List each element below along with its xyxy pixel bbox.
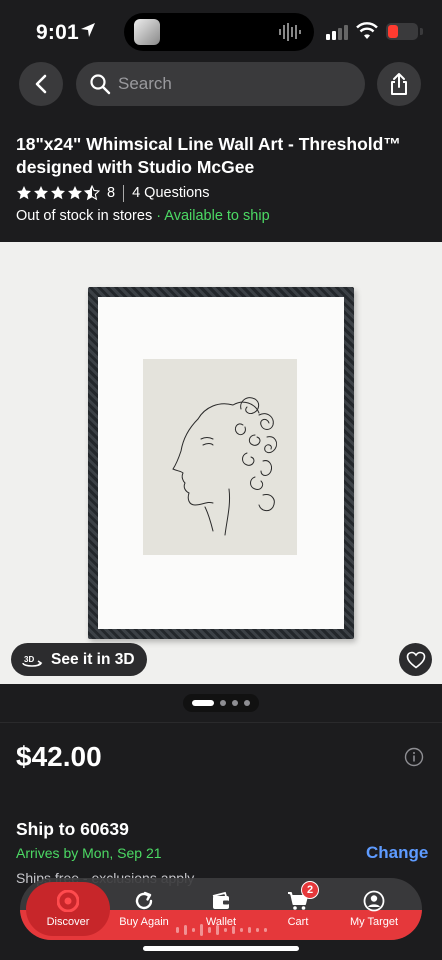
carousel-dot[interactable] <box>220 700 226 706</box>
battery-icon <box>386 23 418 40</box>
star-full-icon <box>17 186 31 200</box>
share-icon <box>391 73 407 95</box>
divider <box>123 184 125 202</box>
search-input[interactable] <box>118 62 348 106</box>
profile-icon <box>363 890 385 912</box>
refresh-icon <box>135 891 153 910</box>
tab-discover[interactable]: Discover <box>28 878 108 940</box>
voice-waveform-icon <box>176 924 267 936</box>
status-time: 9:01 <box>36 21 79 44</box>
favorite-button[interactable] <box>399 643 432 676</box>
home-indicator[interactable] <box>143 946 299 951</box>
star-full-icon <box>34 186 48 200</box>
cellular-signal-icon <box>326 25 348 40</box>
line-art-portrait <box>143 359 297 555</box>
star-rating <box>16 185 100 201</box>
target-logo-icon <box>57 890 79 912</box>
tab-label: Discover <box>46 916 90 928</box>
heart-icon <box>406 651 425 669</box>
search-icon <box>90 74 111 95</box>
star-full-icon <box>68 186 82 200</box>
carousel-pagination[interactable] <box>183 694 259 712</box>
wifi-icon <box>356 22 378 39</box>
availability-row: Out of stock in stores · Available to sh… <box>16 208 270 224</box>
change-zip-button[interactable]: Change <box>366 843 428 863</box>
product-price: $42.00 <box>16 741 102 772</box>
location-arrow-icon <box>81 23 95 37</box>
ship-to-title: Ship to 60639 <box>16 819 129 839</box>
see-in-3d-button[interactable]: 3D See it in 3D <box>11 643 147 676</box>
store-stock-status: Out of stock in stores <box>16 208 153 224</box>
audio-waveform-icon <box>279 23 301 41</box>
carousel-dot-active[interactable] <box>192 700 214 706</box>
carousel-dot[interactable] <box>232 700 238 706</box>
product-image-carousel[interactable]: 3D See it in 3D <box>0 242 442 684</box>
carousel-dot[interactable] <box>244 700 250 706</box>
ship-availability: Available to ship <box>164 208 270 224</box>
product-title: 18"x24" Whimsical Line Wall Art - Thresh… <box>16 134 401 177</box>
status-bar: 9:01 <box>0 0 442 60</box>
back-button[interactable] <box>19 62 63 106</box>
share-button[interactable] <box>377 62 421 106</box>
dynamic-island <box>124 13 314 51</box>
svg-text:3D: 3D <box>24 655 34 664</box>
price-section: $42.00 <box>0 722 442 792</box>
info-icon[interactable] <box>404 747 424 767</box>
chevron-left-icon <box>35 74 47 94</box>
tab-label: Cart <box>287 916 309 928</box>
see-in-3d-label: See it in 3D <box>51 650 135 668</box>
questions-link[interactable]: 4 Questions <box>132 185 209 201</box>
tab-label: My Target <box>349 916 399 928</box>
tab-label: Buy Again <box>119 916 169 928</box>
search-bar[interactable] <box>76 62 365 106</box>
wallet-icon <box>212 891 229 909</box>
tab-cart[interactable]: 2 Cart <box>258 878 338 940</box>
3d-rotate-icon: 3D <box>22 655 43 667</box>
arrival-date: Arrives by Mon, Sep 21 <box>16 845 162 861</box>
separator-dot: · <box>152 208 165 224</box>
tab-my-target[interactable]: My Target <box>334 878 414 940</box>
rating-count[interactable]: 8 <box>107 185 115 201</box>
now-playing-artwork <box>134 19 160 45</box>
tab-buy-again[interactable]: Buy Again <box>104 878 184 940</box>
rating-row[interactable]: 8 4 Questions <box>16 182 209 204</box>
star-full-icon <box>51 186 65 200</box>
cart-count-badge: 2 <box>301 881 319 899</box>
product-image <box>88 287 354 639</box>
star-half-icon <box>84 185 100 201</box>
nav-bar <box>0 60 442 120</box>
